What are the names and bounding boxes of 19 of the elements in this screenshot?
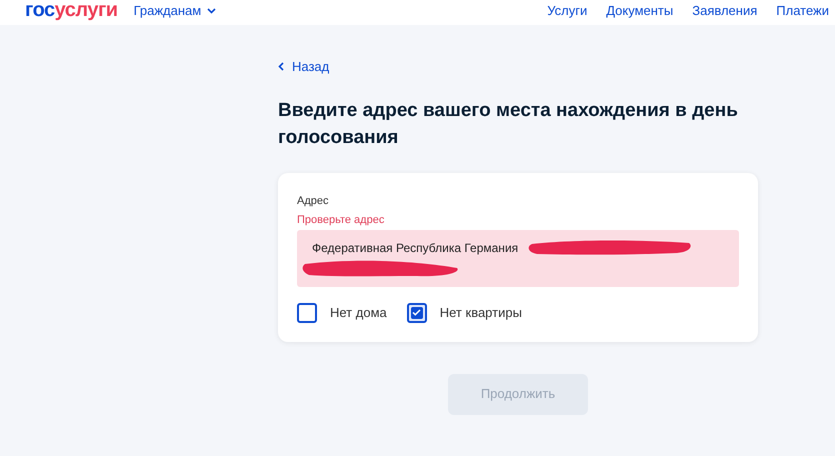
checkbox-label: Нет дома [330, 304, 387, 322]
page-title: Введите адрес вашего места нахождения в день голосования [278, 98, 738, 150]
logo[interactable]: госуслуги [25, 0, 118, 20]
field-value: Федеративная Республика Германия [312, 240, 518, 254]
nav-link[interactable]: Платежи [776, 0, 829, 20]
address-field[interactable]: Федеративная Республика Германия [297, 230, 739, 286]
nav-link[interactable]: Документы [606, 0, 674, 20]
chevron-down-icon [207, 8, 216, 14]
nav-link[interactable]: Заявления [692, 0, 758, 20]
checkbox[interactable] [406, 302, 427, 322]
field-label: Адрес [297, 194, 330, 208]
checkbox-label: Нет квартиры [440, 304, 522, 322]
error-message: Проверьте адрес [297, 212, 386, 226]
chevron-left-icon [278, 62, 284, 72]
citizens-menu[interactable]: Гражданам [134, 0, 216, 20]
checkbox[interactable] [297, 302, 317, 322]
back-link[interactable]: Назад [278, 57, 758, 76]
checkmark-icon [412, 309, 422, 316]
nav-link[interactable]: Услуги [547, 0, 588, 20]
